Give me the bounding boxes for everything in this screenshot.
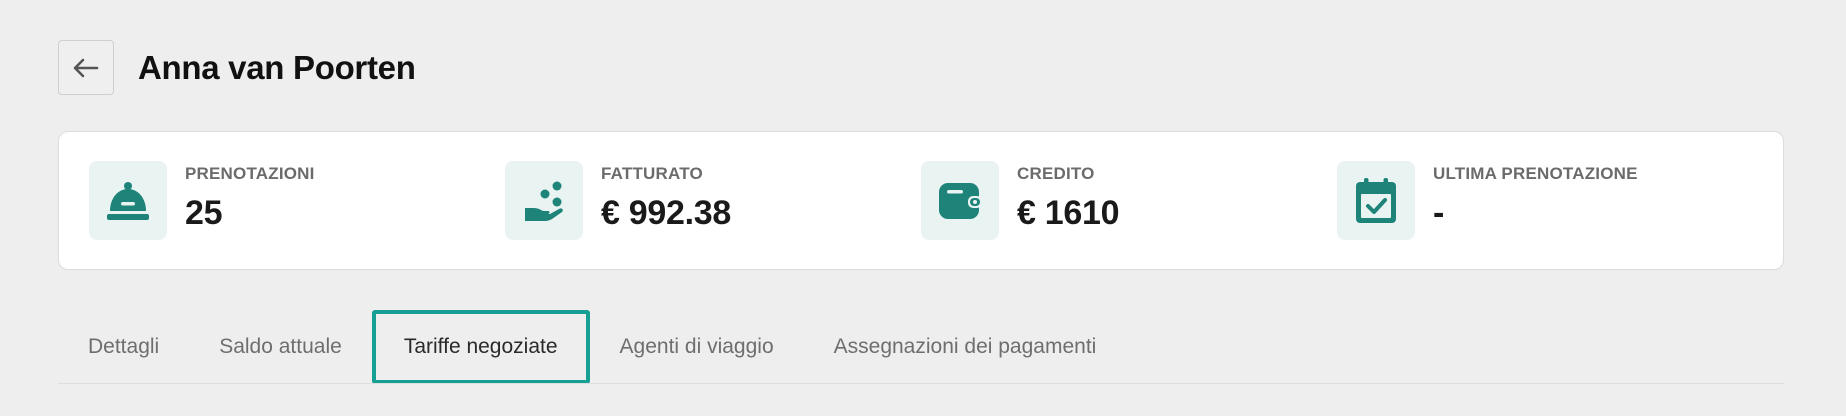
arrow-left-icon xyxy=(73,58,99,77)
stat-revenue: FATTURATO € 992.38 xyxy=(505,161,921,240)
tab-assegnazioni-pagamenti[interactable]: Assegnazioni dei pagamenti xyxy=(804,310,1127,384)
customer-detail-page: Anna van Poorten PRENOTAZIONI 25 FATTURA… xyxy=(0,0,1846,416)
concierge-bell-icon xyxy=(89,161,167,240)
stats-card: PRENOTAZIONI 25 FATTURATO € 992.38 CREDI… xyxy=(58,131,1784,270)
back-button[interactable] xyxy=(58,40,114,95)
stat-value: € 1610 xyxy=(1017,194,1120,232)
page-header: Anna van Poorten xyxy=(58,40,416,95)
stat-label: PRENOTAZIONI xyxy=(185,164,315,183)
hand-coins-icon xyxy=(505,161,583,240)
stat-label: ULTIMA PRENOTAZIONE xyxy=(1433,164,1638,183)
tab-agenti-di-viaggio[interactable]: Agenti di viaggio xyxy=(590,310,804,384)
tab-tariffe-negoziate[interactable]: Tariffe negoziate xyxy=(371,310,590,384)
tab-dettagli[interactable]: Dettagli xyxy=(58,310,189,384)
stat-value: 25 xyxy=(185,194,223,232)
calendar-check-icon xyxy=(1337,161,1415,240)
stat-value: - xyxy=(1433,194,1445,232)
tab-bar: Dettagli Saldo attuale Tariffe negoziate… xyxy=(58,310,1784,384)
tab-saldo-attuale[interactable]: Saldo attuale xyxy=(189,310,372,384)
stat-value: € 992.38 xyxy=(601,194,731,232)
tabs-divider xyxy=(58,383,1784,384)
stat-label: FATTURATO xyxy=(601,164,703,183)
stat-last-booking: ULTIMA PRENOTAZIONE - xyxy=(1337,161,1753,240)
page-title: Anna van Poorten xyxy=(138,48,416,86)
stat-label: CREDITO xyxy=(1017,164,1095,183)
wallet-icon xyxy=(921,161,999,240)
stat-bookings: PRENOTAZIONI 25 xyxy=(89,161,505,240)
stat-credit: CREDITO € 1610 xyxy=(921,161,1337,240)
